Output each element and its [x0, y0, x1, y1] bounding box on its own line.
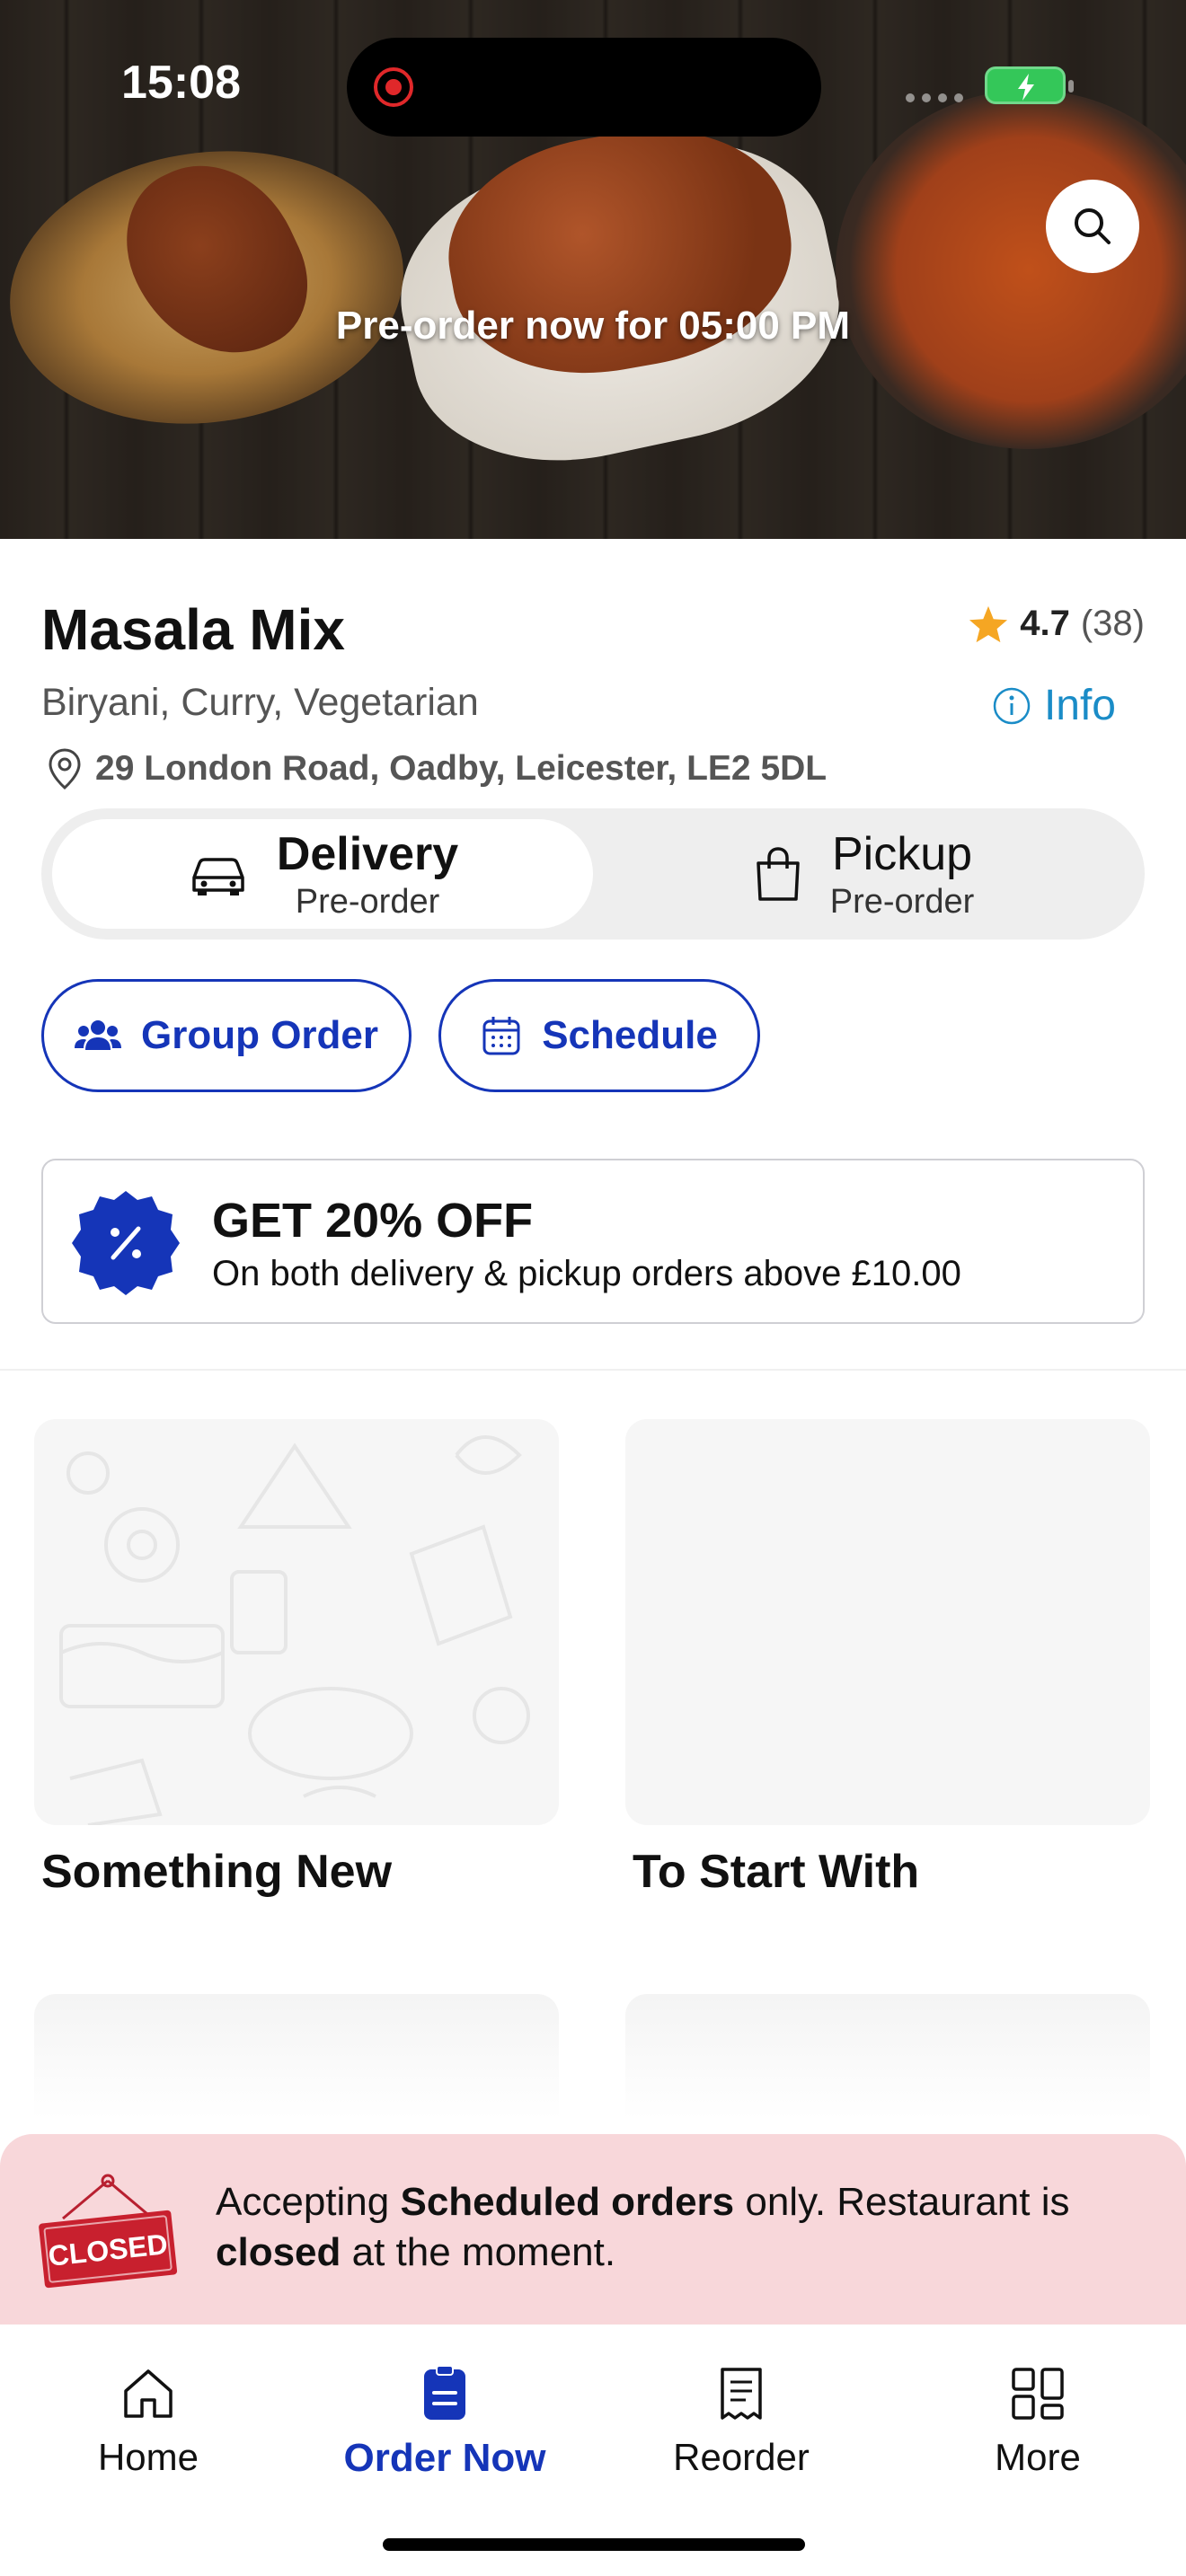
preorder-banner-text: Pre-order now for 05:00 PM	[335, 304, 851, 348]
search-button[interactable]	[1046, 180, 1139, 273]
tab-reorder-label: Reorder	[673, 2436, 810, 2478]
tab-home[interactable]: Home	[0, 2364, 296, 2479]
info-icon	[993, 687, 1031, 724]
closed-msg-part: at the moment.	[341, 2230, 616, 2274]
closed-sign-icon: CLOSED	[39, 2174, 178, 2289]
grid-icon	[1012, 2368, 1064, 2420]
order-clipboard-icon	[424, 2365, 465, 2420]
battery-icon	[985, 66, 1074, 104]
category-card-to-start-with[interactable]	[625, 1419, 1150, 1825]
tab-order-now-label: Order Now	[343, 2436, 546, 2480]
food-doodle-pattern	[59, 1435, 530, 1825]
category-card-something-new[interactable]	[34, 1419, 559, 1825]
promo-card[interactable]: GET 20% OFF On both delivery & pickup or…	[41, 1159, 1145, 1324]
rating: 4.7 (38)	[968, 604, 1145, 644]
address: 29 London Road, Oadby, Leicester, LE2 5D…	[47, 747, 827, 790]
star-icon	[969, 605, 1008, 642]
info-button[interactable]: Info	[992, 681, 1116, 730]
restaurant-name: Masala Mix	[41, 597, 345, 662]
home-icon	[124, 2369, 173, 2418]
discount-badge-icon	[72, 1191, 180, 1295]
order-mode-toggle: Delivery Pre-order Pickup Pre-order	[41, 808, 1145, 940]
group-icon	[74, 1020, 121, 1050]
curry-image	[836, 90, 1186, 449]
location-pin-icon	[49, 748, 81, 790]
rating-value: 4.7	[1020, 604, 1070, 643]
tab-more-label: More	[995, 2436, 1081, 2478]
closed-banner: CLOSED Accepting Scheduled orders only. …	[0, 2134, 1186, 2325]
group-order-button[interactable]: Group Order	[41, 979, 412, 1092]
tab-more[interactable]: More	[890, 2364, 1186, 2479]
schedule-button[interactable]: Schedule	[438, 979, 760, 1092]
closed-msg-bold: Scheduled orders	[400, 2180, 735, 2224]
closed-msg-bold: closed	[216, 2230, 341, 2274]
shopping-bag-icon	[757, 847, 800, 901]
address-text: 29 London Road, Oadby, Leicester, LE2 5D…	[95, 749, 828, 788]
pickup-label: Pickup	[831, 827, 973, 880]
promo-subtitle: On both delivery & pickup orders above £…	[212, 1254, 961, 1293]
pickup-option[interactable]: Pickup Pre-order	[593, 819, 1134, 929]
home-indicator	[383, 2538, 805, 2551]
info-label: Info	[1043, 682, 1116, 729]
tab-order-now[interactable]: Order Now	[296, 2364, 593, 2481]
closed-msg-part: only. Restaurant is	[734, 2180, 1070, 2224]
closed-msg-part: Accepting	[216, 2180, 401, 2224]
delivery-option[interactable]: Delivery Pre-order	[52, 819, 593, 929]
category-title: Something New	[41, 1846, 393, 1898]
search-icon	[1075, 208, 1111, 244]
cuisine-list: Biryani, Curry, Vegetarian	[41, 681, 479, 724]
tab-home-label: Home	[97, 2436, 199, 2478]
receipt-icon	[721, 2368, 762, 2420]
pickup-sub: Pre-order	[829, 882, 975, 921]
closed-message: Accepting Scheduled orders only. Restaur…	[216, 2177, 1150, 2278]
promo-title: GET 20% OFF	[212, 1194, 534, 1248]
rating-count: (38)	[1080, 604, 1145, 643]
section-divider	[0, 1369, 1186, 1371]
signal-icon	[906, 93, 963, 102]
delivery-sub: Pre-order	[295, 882, 440, 921]
tab-reorder[interactable]: Reorder	[593, 2364, 890, 2479]
category-card[interactable]	[625, 1994, 1150, 2120]
category-title: To Start With	[633, 1846, 920, 1898]
delivery-label: Delivery	[276, 827, 459, 880]
recording-icon	[374, 67, 413, 107]
group-order-label: Group Order	[140, 1013, 379, 1057]
status-time: 15:08	[121, 57, 241, 109]
dynamic-island	[347, 38, 821, 137]
category-card[interactable]	[34, 1994, 559, 2120]
calendar-icon	[482, 1017, 520, 1055]
car-icon	[192, 858, 244, 895]
schedule-label: Schedule	[542, 1013, 718, 1057]
